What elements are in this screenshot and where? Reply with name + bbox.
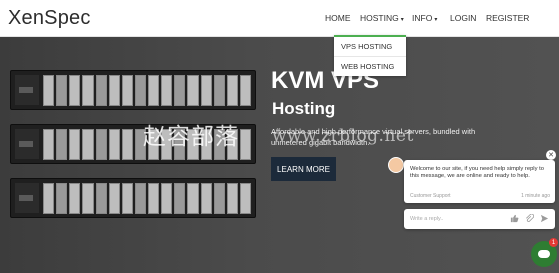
support-avatar: [388, 157, 404, 173]
chat-timestamp: 1 minute ago: [521, 193, 550, 199]
chat-bubble-icon: [538, 250, 550, 258]
watermark-url: www.zrblog.net: [272, 126, 414, 146]
server-rack-image: [10, 70, 256, 110]
learn-more-button[interactable]: LEARN MORE: [271, 157, 336, 181]
paperclip-icon[interactable]: [525, 214, 534, 223]
chevron-down-icon: ▾: [400, 17, 404, 23]
site-logo[interactable]: XenSpec: [8, 7, 91, 30]
thumbs-up-icon[interactable]: [510, 214, 519, 223]
menu-item-vps-hosting[interactable]: VPS HOSTING: [334, 37, 406, 57]
chat-reply-field[interactable]: Write a reply..: [404, 209, 555, 229]
chat-reply-placeholder: Write a reply..: [410, 216, 444, 222]
hero-subtitle: Hosting: [272, 99, 336, 118]
server-rack-image: [10, 178, 256, 218]
nav-login[interactable]: LOGIN: [450, 13, 476, 23]
watermark: 赵容部落: [143, 124, 239, 150]
notification-badge: 1: [549, 238, 558, 247]
chat-agent-name: Customer Support: [410, 193, 451, 199]
menu-item-web-hosting[interactable]: WEB HOSTING: [334, 57, 406, 76]
nav-info[interactable]: INFO ▾: [412, 13, 437, 23]
site-header: XenSpec HOME HOSTING ▾ INFO ▾ LOGIN REGIST…: [0, 0, 559, 37]
close-icon[interactable]: ✕: [546, 150, 556, 160]
nav-home[interactable]: HOME: [325, 13, 351, 23]
hosting-dropdown-menu: VPS HOSTING WEB HOSTING: [334, 35, 406, 76]
chevron-down-icon: ▾: [434, 17, 438, 23]
nav-hosting[interactable]: HOSTING ▾: [360, 13, 404, 23]
send-icon[interactable]: [540, 214, 549, 223]
nav-register[interactable]: REGISTER: [486, 13, 529, 23]
chat-message-bubble: Welcome to our site, if you need help si…: [404, 160, 555, 203]
chat-message-text: Welcome to our site, if you need help si…: [410, 166, 544, 180]
